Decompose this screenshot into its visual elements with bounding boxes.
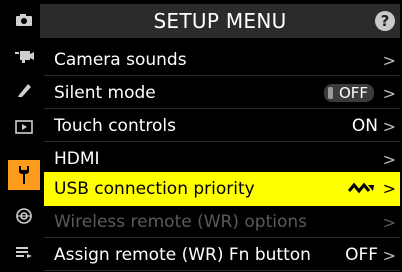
- menu-item-touch-controls[interactable]: Touch controls ON >: [44, 110, 400, 142]
- menu-sidebar: [0, 0, 44, 272]
- chevron-right-icon: >: [382, 179, 396, 198]
- menu-item-assign-remote-fn-button[interactable]: Assign remote (WR) Fn button OFF >: [44, 239, 400, 271]
- menu-item-label: Camera sounds: [54, 49, 187, 70]
- menu-item-label: Wireless remote (WR) options: [54, 211, 307, 232]
- my-menu-icon: [15, 245, 33, 259]
- chevron-right-icon: >: [382, 51, 396, 70]
- tab-photo-shooting[interactable]: [8, 5, 40, 35]
- page-title: SETUP MENU: [153, 9, 287, 33]
- pencil-icon: [16, 82, 32, 98]
- playback-icon: [15, 120, 33, 134]
- camera-icon: [15, 13, 33, 27]
- chevron-right-icon: >: [382, 246, 396, 265]
- wrench-icon: [16, 165, 32, 185]
- tab-custom-settings[interactable]: [8, 75, 40, 105]
- menu-item-label: HDMI: [54, 148, 100, 169]
- network-icon: [15, 207, 33, 225]
- menu-item-hdmi[interactable]: HDMI >: [44, 143, 400, 175]
- menu-item-label: Assign remote (WR) Fn button: [54, 244, 311, 265]
- menu-item-value: ON: [351, 115, 378, 136]
- setup-menu-screen: SETUP MENU ? Camera sounds > Silent mode…: [0, 0, 402, 272]
- menu-item-silent-mode[interactable]: Silent mode OFF >: [44, 77, 400, 109]
- tab-network[interactable]: [8, 201, 40, 231]
- menu-item-label: USB connection priority: [54, 178, 255, 199]
- menu-header: SETUP MENU ?: [40, 4, 400, 38]
- silent-mode-toggle[interactable]: OFF: [323, 83, 374, 102]
- chevron-right-icon: >: [382, 150, 396, 169]
- tab-movie-shooting[interactable]: [8, 41, 40, 71]
- chevron-right-icon: >: [382, 84, 396, 103]
- chevron-right-icon: >: [382, 117, 396, 136]
- menu-item-camera-sounds[interactable]: Camera sounds >: [44, 44, 400, 76]
- menu-item-usb-connection-priority[interactable]: USB connection priority >: [44, 172, 400, 206]
- help-icon[interactable]: ?: [375, 11, 395, 31]
- menu-item-value: OFF: [345, 244, 378, 265]
- toggle-knob: [327, 86, 333, 99]
- tab-setup[interactable]: [8, 160, 40, 190]
- menu-item-value: OFF: [338, 83, 368, 102]
- tab-my-menu[interactable]: [8, 237, 40, 267]
- chevron-right-icon: >: [382, 213, 396, 232]
- menu-item-label: Silent mode: [54, 82, 156, 103]
- menu-item-wireless-remote-options: Wireless remote (WR) options >: [44, 206, 400, 238]
- movie-camera-icon: [14, 49, 34, 63]
- menu-item-label: Touch controls: [54, 115, 176, 136]
- connection-icon: [347, 179, 374, 198]
- tab-playback[interactable]: [8, 112, 40, 142]
